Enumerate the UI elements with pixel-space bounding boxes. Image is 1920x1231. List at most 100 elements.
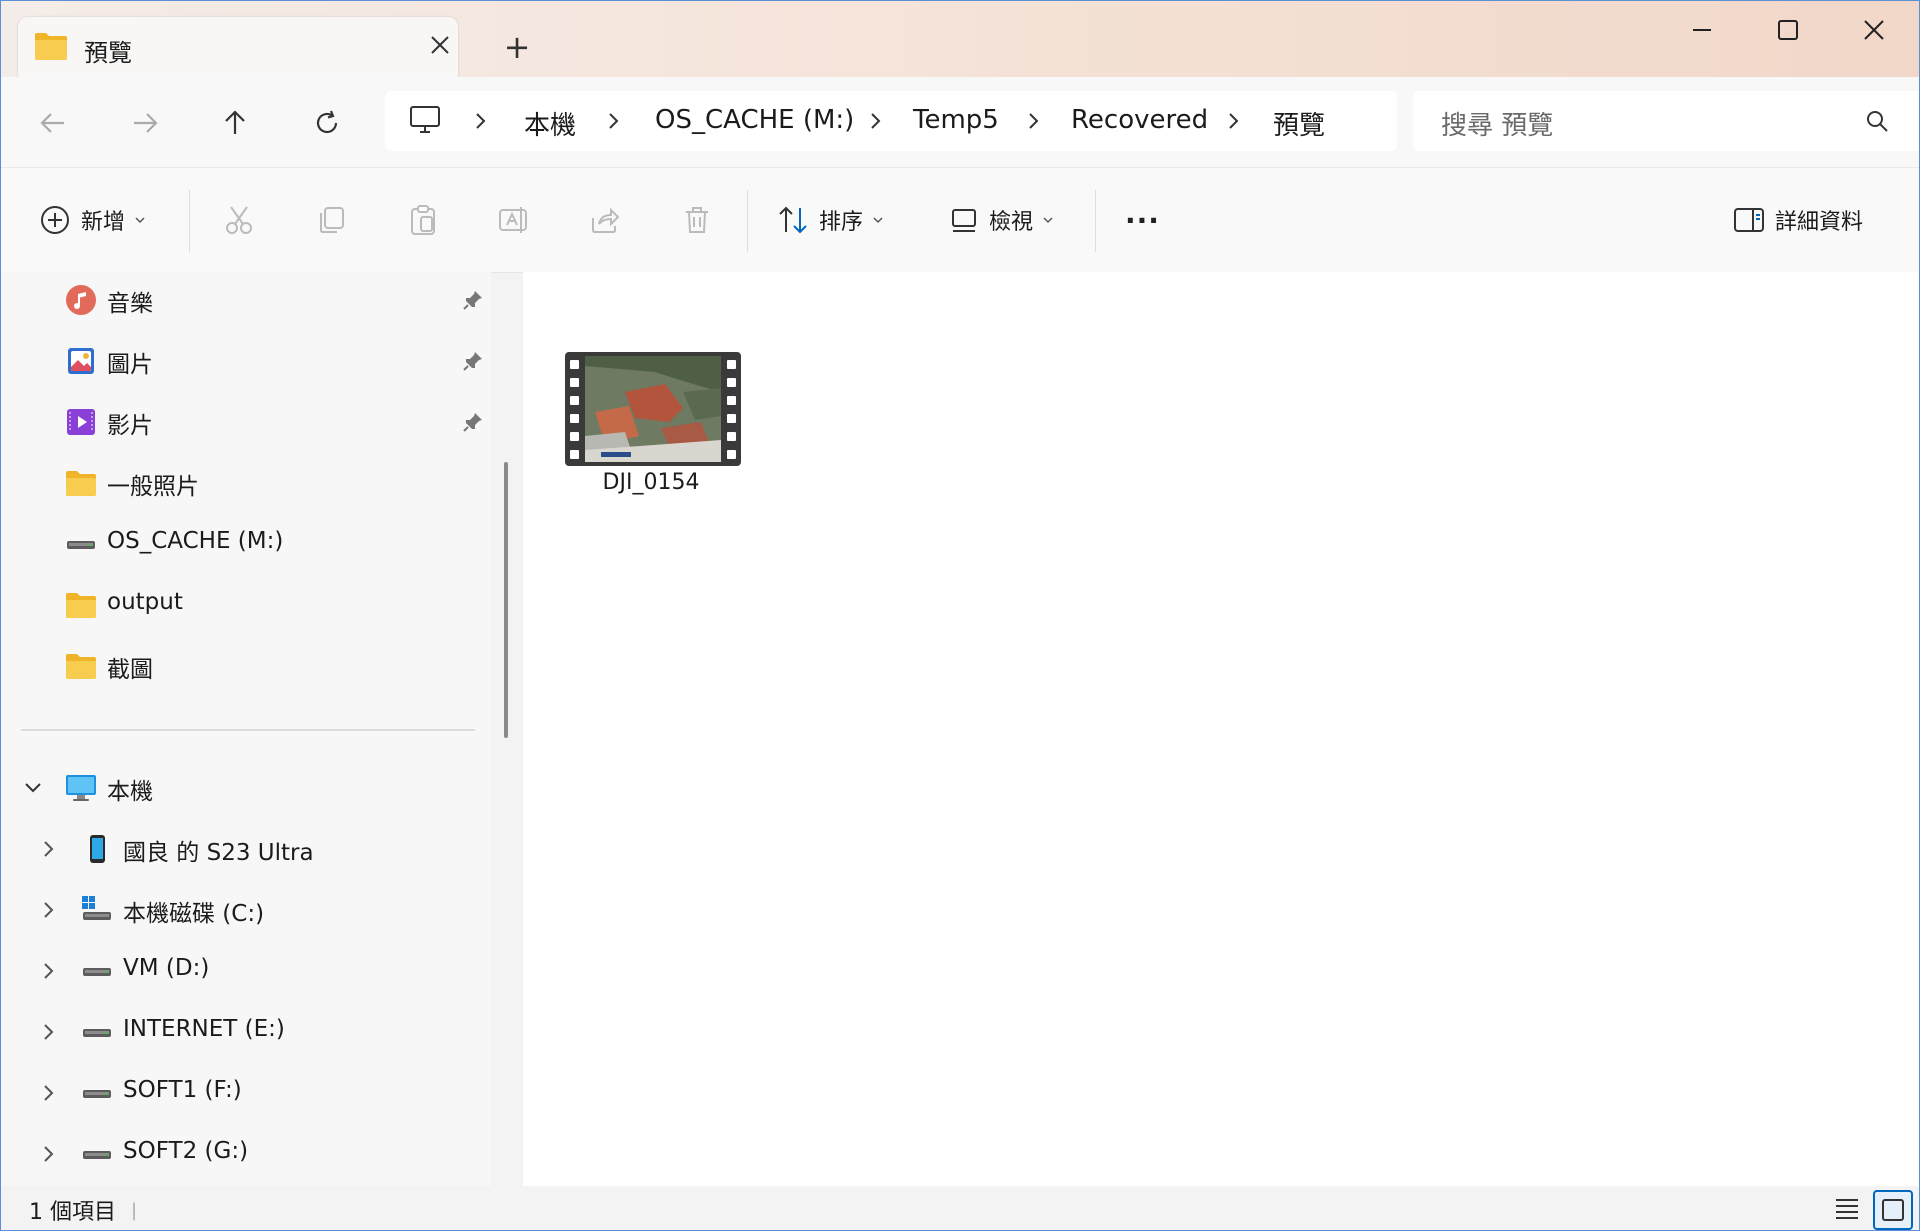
- chevron-right-icon[interactable]: [37, 898, 61, 922]
- large-icons-view-button[interactable]: [1873, 1190, 1913, 1230]
- breadcrumb-temp5[interactable]: Temp5: [913, 105, 999, 135]
- phone-icon: [90, 835, 105, 863]
- chevron-right-icon[interactable]: [37, 1142, 61, 1166]
- sidebar-item-pictures[interactable]: 圖片: [1, 333, 491, 389]
- sidebar-item-label: SOFT1 (F:): [123, 1077, 242, 1103]
- sort-label: 排序: [819, 210, 864, 235]
- music-icon: [66, 285, 96, 315]
- sidebar-item-label: 國良 的 S23 Ultra: [123, 840, 314, 866]
- sidebar-item-general-photos[interactable]: 一般照片: [1, 455, 491, 511]
- address-bar[interactable]: 本機 OS_CACHE (M:) Temp5 Recovered 預覽: [385, 91, 1397, 151]
- copy-icon: [320, 207, 344, 233]
- pictures-icon: [68, 348, 94, 374]
- sort-button[interactable]: 排序: [777, 198, 885, 242]
- sidebar-item-label: OS_CACHE (M:): [107, 528, 284, 554]
- folder-icon: [35, 33, 67, 60]
- maximize-button[interactable]: [1745, 1, 1831, 59]
- sidebar-item-screenshots[interactable]: 截圖: [1, 638, 491, 694]
- drive-icon: [83, 1029, 111, 1037]
- drive-icon: [83, 968, 111, 976]
- scissors-icon: [226, 206, 252, 234]
- rename-button[interactable]: [497, 198, 529, 242]
- tab-preview[interactable]: 預覽: [18, 17, 458, 79]
- chevron-down-icon: [1043, 217, 1053, 224]
- sidebar-divider: [21, 729, 475, 731]
- close-icon: [431, 36, 449, 54]
- up-button[interactable]: [207, 95, 263, 151]
- share-button[interactable]: [589, 198, 621, 242]
- view-icon: [952, 209, 976, 232]
- pin-icon[interactable]: [461, 410, 485, 434]
- drive-icon: [67, 541, 95, 549]
- paste-button[interactable]: [407, 198, 439, 242]
- close-icon: [1864, 20, 1884, 40]
- sidebar-item-music[interactable]: 音樂: [1, 272, 491, 328]
- new-button[interactable]: 新增: [39, 198, 147, 242]
- details-pane-button[interactable]: 詳細資料: [1733, 198, 1863, 242]
- rename-icon: [499, 207, 527, 233]
- search-input[interactable]: 搜尋 預覽: [1413, 91, 1919, 151]
- toolbar-separator: [189, 190, 190, 252]
- sidebar-scrollbar[interactable]: [504, 462, 508, 738]
- chevron-down-icon[interactable]: [21, 776, 45, 800]
- chevron-right-icon[interactable]: [37, 1081, 61, 1105]
- minimize-button[interactable]: [1659, 1, 1745, 59]
- sidebar-item-drive-g[interactable]: SOFT2 (G:): [1, 1126, 491, 1182]
- item-count: 1 個項目: [29, 1200, 116, 1225]
- sidebar-item-output[interactable]: output: [1, 577, 491, 633]
- chevron-right-icon[interactable]: [37, 837, 61, 861]
- sidebar-item-label: 本機磁碟 (C:): [123, 901, 265, 927]
- more-options-button[interactable]: ···: [1125, 198, 1160, 242]
- drive-icon: [83, 1090, 111, 1098]
- sidebar-item-drive-c[interactable]: 本機磁碟 (C:): [1, 882, 491, 938]
- close-window-button[interactable]: [1831, 1, 1917, 59]
- sidebar-item-drive-f[interactable]: SOFT1 (F:): [1, 1065, 491, 1121]
- file-item-dji-0154[interactable]: DJI_0154: [563, 352, 741, 500]
- cut-button[interactable]: [223, 198, 255, 242]
- sidebar-item-this-pc[interactable]: 本機: [1, 760, 491, 816]
- chevron-right-icon[interactable]: [37, 1020, 61, 1044]
- chevron-right-icon: [1229, 113, 1239, 129]
- forward-button[interactable]: [117, 95, 173, 151]
- chevron-right-icon: [871, 113, 881, 129]
- maximize-icon: [1778, 20, 1798, 40]
- search-icon: [1867, 111, 1888, 132]
- sidebar-item-phone[interactable]: 國良 的 S23 Ultra: [1, 821, 491, 877]
- share-icon: [592, 207, 620, 233]
- refresh-button[interactable]: [299, 95, 355, 151]
- computer-icon: [410, 106, 440, 133]
- sidebar-item-drive-d[interactable]: VM (D:): [1, 943, 491, 999]
- delete-button[interactable]: [681, 198, 713, 242]
- sidebar-item-os-cache[interactable]: OS_CACHE (M:): [1, 516, 491, 572]
- new-label: 新增: [81, 210, 126, 235]
- back-button[interactable]: [25, 95, 81, 151]
- sort-icon: [779, 206, 807, 234]
- view-button[interactable]: 檢視: [949, 198, 1055, 242]
- details-label: 詳細資料: [1775, 210, 1864, 235]
- drive-icon: [83, 1151, 111, 1159]
- close-tab-button[interactable]: [422, 27, 458, 63]
- arrow-right-icon: [134, 113, 158, 133]
- sidebar-item-label: 本機: [107, 779, 153, 805]
- breadcrumb-preview[interactable]: 預覽: [1273, 105, 1325, 142]
- computer-icon: [66, 775, 96, 801]
- navigation-bar: 本機 OS_CACHE (M:) Temp5 Recovered 預覽 搜尋 預…: [1, 77, 1919, 167]
- sidebar-item-videos[interactable]: 影片: [1, 394, 491, 450]
- breadcrumb-this-pc[interactable]: 本機: [524, 105, 576, 142]
- breadcrumb-recovered[interactable]: Recovered: [1071, 105, 1208, 135]
- sidebar-item-label: 一般照片: [107, 474, 199, 500]
- toolbar-separator: [1095, 190, 1096, 252]
- chevron-right-icon[interactable]: [37, 959, 61, 983]
- arrow-up-icon: [225, 110, 245, 134]
- pin-icon[interactable]: [461, 349, 485, 373]
- arrow-left-icon: [40, 113, 64, 133]
- file-explorer-window: 預覽 + 本機 OS_CACHE (M:) Temp5 Recovered 預覽…: [0, 0, 1920, 1231]
- details-view-button[interactable]: [1829, 1190, 1865, 1226]
- search-placeholder: 搜尋 預覽: [1441, 111, 1554, 141]
- sidebar-item-drive-e[interactable]: INTERNET (E:): [1, 1004, 491, 1060]
- file-list-area: DJI_0154: [523, 272, 1919, 1186]
- copy-button[interactable]: [315, 198, 347, 242]
- pin-icon[interactable]: [461, 288, 485, 312]
- breadcrumb-os-cache[interactable]: OS_CACHE (M:): [655, 105, 854, 135]
- new-tab-button[interactable]: +: [495, 27, 539, 71]
